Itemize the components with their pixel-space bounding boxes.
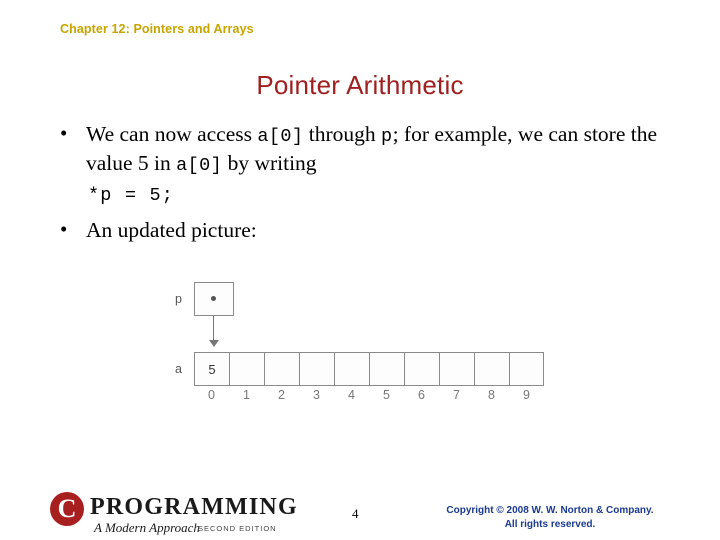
logo-subtitle: A Modern Approach (94, 520, 200, 535)
array-index: 2 (278, 388, 285, 402)
bullet-text-2: An updated picture: (86, 217, 257, 242)
page-number: 4 (352, 506, 359, 521)
logo-title: PROGRAMMING (90, 494, 298, 520)
array-cell (404, 352, 439, 386)
code-p: p (381, 126, 393, 147)
array-index: 9 (523, 388, 530, 402)
array-index: 0 (208, 388, 215, 402)
bullet-seg: by writing (222, 151, 317, 176)
logo-edition: SECOND EDITION (198, 524, 277, 533)
bullet-seg: We can now access (86, 122, 258, 146)
bullet-item-1: • We can now access a[0] through p; for … (44, 120, 684, 179)
diagram-pointer-label: p (175, 292, 182, 306)
chapter-header: Chapter 12: Pointers and Arrays (60, 22, 254, 36)
code-a0-first: a[0] (257, 126, 304, 147)
slide-body: • We can now access a[0] through p; for … (44, 120, 684, 246)
array-index: 5 (383, 388, 390, 402)
diagram-array-label: a (175, 362, 182, 376)
page-title: Pointer Arithmetic (256, 70, 464, 100)
bullet-item-2: • An updated picture: (44, 216, 684, 244)
slide: Chapter 12: Pointers and Arrays Pointer … (0, 0, 720, 540)
logo-c-icon: C (50, 492, 84, 526)
copyright-line-2: All rights reserved. (504, 518, 596, 530)
array-cell (334, 352, 369, 386)
array-index: 1 (243, 388, 250, 402)
bullet-marker-icon: • (60, 216, 68, 241)
dot-icon (211, 296, 216, 301)
array-cells: 5 (194, 352, 544, 386)
array-index: 4 (348, 388, 355, 402)
array-cell (509, 352, 544, 386)
array-cell (474, 352, 509, 386)
pointer-array-diagram: p a 5 0 1 2 3 4 5 6 7 8 9 (170, 278, 570, 418)
copyright-notice: Copyright © 2008 W. W. Norton & Company.… (420, 504, 680, 531)
bullet-text-1: We can now access a[0] through p; for ex… (86, 122, 657, 177)
copyright-line-1: Copyright © 2008 W. W. Norton & Company. (446, 505, 654, 516)
down-arrow-icon (213, 316, 214, 342)
array-index: 3 (313, 388, 320, 402)
bullet-marker-icon: • (60, 121, 68, 145)
down-arrow-head-icon (209, 340, 219, 347)
array-index: 6 (418, 388, 425, 402)
array-cell (439, 352, 474, 386)
array-index: 8 (488, 388, 495, 402)
array-cell (299, 352, 334, 386)
array-cell (369, 352, 404, 386)
book-logo: C PROGRAMMING A Modern Approach SECOND E… (50, 492, 297, 535)
bullet-seg: through (303, 122, 382, 146)
array-cell (229, 352, 264, 386)
array-index: 7 (453, 388, 460, 402)
code-a0-second: a[0] (176, 155, 223, 177)
array-indices: 0 1 2 3 4 5 6 7 8 9 (194, 388, 544, 402)
array-cell: 5 (194, 352, 229, 386)
code-statement: *p = 5; (88, 184, 175, 206)
array-cell (264, 352, 299, 386)
